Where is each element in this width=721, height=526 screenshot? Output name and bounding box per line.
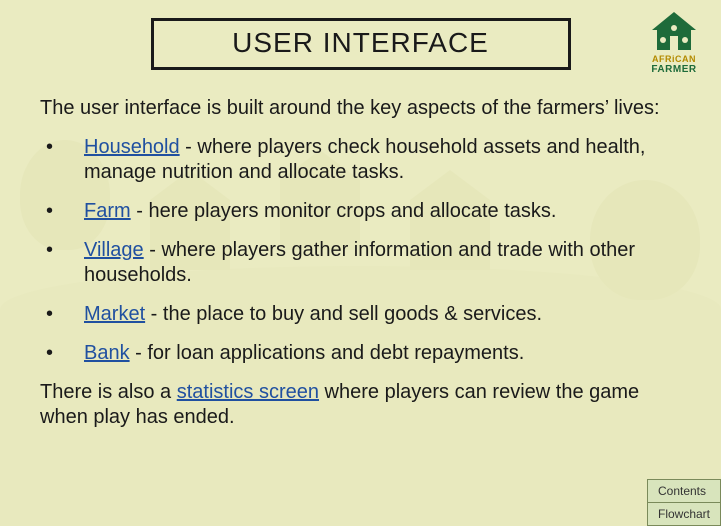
bullet-icon: •: [40, 135, 84, 185]
aspect-desc: - for loan applications and debt repayme…: [130, 342, 525, 364]
bullet-icon: •: [40, 341, 84, 366]
aspect-text: Village - where players gather informati…: [84, 238, 681, 288]
aspect-link[interactable]: Bank: [84, 342, 130, 364]
aspect-text: Bank - for loan applications and debt re…: [84, 341, 681, 366]
aspect-link[interactable]: Market: [84, 303, 145, 325]
outro-text: There is also a statistics screen where …: [40, 380, 681, 430]
outro-pre: There is also a: [40, 381, 177, 403]
aspect-link[interactable]: Farm: [84, 200, 131, 222]
aspect-item: •Market - the place to buy and sell good…: [40, 302, 681, 327]
contents-tab[interactable]: Contents: [647, 479, 721, 503]
aspect-item: •Village - where players gather informat…: [40, 238, 681, 288]
title-box: USER INTERFACE: [151, 18, 571, 70]
page-title: USER INTERFACE: [164, 27, 558, 59]
bullet-icon: •: [40, 199, 84, 224]
flowchart-tab[interactable]: Flowchart: [647, 503, 721, 526]
aspect-desc: - here players monitor crops and allocat…: [131, 200, 557, 222]
statistics-link[interactable]: statistics screen: [177, 381, 319, 403]
aspect-text: Market - the place to buy and sell goods…: [84, 302, 681, 327]
aspect-item: •Bank - for loan applications and debt r…: [40, 341, 681, 366]
aspect-desc: - the place to buy and sell goods & serv…: [145, 303, 542, 325]
intro-text: The user interface is built around the k…: [40, 96, 681, 121]
aspect-link[interactable]: Village: [84, 239, 144, 261]
nav-tabs: Contents Flowchart: [647, 479, 721, 526]
aspect-link[interactable]: Household: [84, 136, 180, 158]
aspect-list: •Household - where players check househo…: [40, 135, 681, 366]
aspect-text: Household - where players check househol…: [84, 135, 681, 185]
bullet-icon: •: [40, 238, 84, 288]
aspect-desc: - where players gather information and t…: [84, 239, 635, 286]
aspect-item: •Farm - here players monitor crops and a…: [40, 199, 681, 224]
aspect-text: Farm - here players monitor crops and al…: [84, 199, 681, 224]
bullet-icon: •: [40, 302, 84, 327]
aspect-item: •Household - where players check househo…: [40, 135, 681, 185]
